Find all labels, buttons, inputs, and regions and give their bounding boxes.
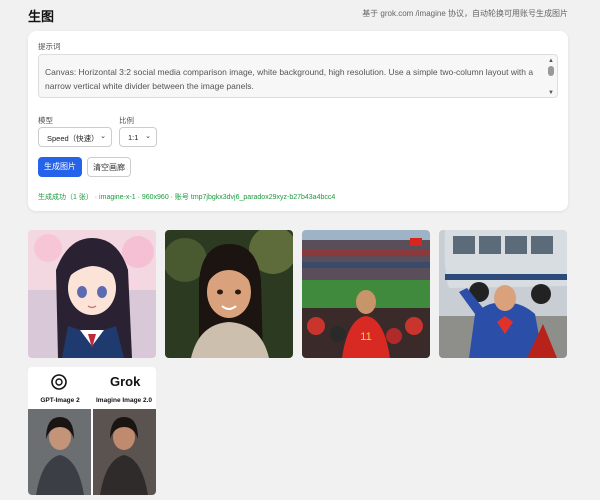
- grok-logo-icon: Grok: [110, 374, 141, 389]
- comparison-left-label: GPT-Image 2: [40, 397, 80, 404]
- gallery-image-superman[interactable]: [439, 230, 567, 358]
- gallery-image-anime-girl[interactable]: [28, 230, 156, 358]
- generate-button[interactable]: 生成图片: [38, 157, 82, 177]
- comparison-right-label: Imagine Image 2.0: [96, 397, 152, 404]
- page-header: 生图 基于 grok.com /imagine 协议，自动轮换可用账号生成图片: [28, 6, 572, 26]
- superman-image: [439, 230, 567, 358]
- svg-text:Grok: Grok: [110, 374, 141, 389]
- prompt-scrollbar[interactable]: ▲ ▼: [547, 57, 555, 97]
- scroll-up-arrow-icon[interactable]: ▲: [548, 58, 554, 64]
- gallery-image-portrait[interactable]: [165, 230, 293, 358]
- ratio-select[interactable]: 1:1 ⌄: [119, 127, 157, 147]
- anime-girl-image: [28, 230, 156, 358]
- comparison-header: Grok GPT-Image 2 Imagine Image 2.0: [28, 367, 156, 409]
- chevron-down-icon: ⌄: [145, 133, 151, 140]
- model-label: 模型: [38, 116, 53, 125]
- clear-gallery-button[interactable]: 清空画廊: [87, 157, 131, 177]
- ratio-select-value: 1:1: [128, 133, 139, 142]
- prompt-label: 提示词: [38, 42, 61, 51]
- ratio-label: 比例: [119, 116, 134, 125]
- model-select-value: Speed（快速）: [47, 134, 99, 143]
- page-title: 生图: [28, 9, 55, 24]
- svg-text:11: 11: [360, 331, 371, 343]
- openai-logo-icon: [51, 374, 67, 390]
- header-note: 基于 grok.com /imagine 协议，自动轮换可用账号生成图片: [362, 9, 568, 18]
- gallery-image-stadium[interactable]: 11: [302, 230, 430, 358]
- generate-form-card: 提示词 Canvas: Horizontal 3:2 social media …: [28, 31, 568, 211]
- chevron-down-icon: ⌄: [100, 133, 106, 140]
- portrait-image: [165, 230, 293, 358]
- prompt-textarea[interactable]: Canvas: Horizontal 3:2 social media comp…: [38, 54, 558, 98]
- comparison-photos: [28, 409, 156, 495]
- gallery-image-comparison[interactable]: Grok GPT-Image 2 Imagine Image 2.0: [28, 367, 156, 495]
- model-select[interactable]: Speed（快速） ⌄: [38, 127, 112, 147]
- prompt-text: Canvas: Horizontal 3:2 social media comp…: [45, 67, 534, 91]
- stadium-image: 11: [302, 230, 430, 358]
- scroll-down-arrow-icon[interactable]: ▼: [548, 90, 554, 96]
- status-message: 生成成功（1 张） · imagine-x-1 · 960x960 · 账号 t…: [38, 194, 336, 201]
- scroll-thumb[interactable]: [548, 66, 554, 76]
